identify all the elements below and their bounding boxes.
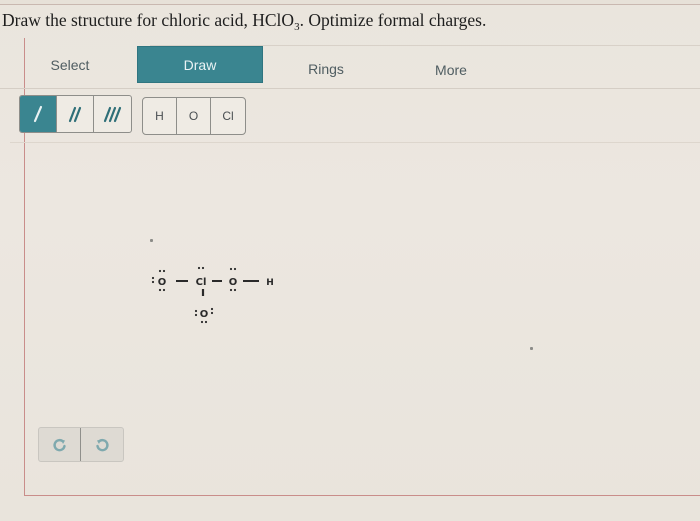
question-suffix: . Optimize formal charges. <box>299 10 487 30</box>
triple-bond-icon <box>103 106 121 123</box>
atom-tool-group: H O Cl <box>142 97 246 135</box>
atom-h: H <box>266 278 274 288</box>
bond-tool-group <box>19 95 132 133</box>
atom-button-cl[interactable]: Cl <box>211 98 245 134</box>
single-bond-icon <box>33 105 43 123</box>
atom-o1: O <box>158 277 167 288</box>
single-bond-button[interactable] <box>20 96 57 132</box>
toolbar-divider <box>10 142 700 143</box>
undo-icon <box>52 438 66 451</box>
atom-cl: Cl <box>196 277 207 288</box>
atom-o2: O <box>229 277 238 288</box>
question-prompt: Draw the structure for chloric acid, HCl… <box>2 10 486 33</box>
redo-button[interactable] <box>81 428 123 461</box>
history-controls <box>38 427 124 462</box>
redo-icon <box>96 438 109 451</box>
atom-button-h[interactable]: H <box>143 98 177 134</box>
page: Draw the structure for chloric acid, HCl… <box>0 0 700 521</box>
top-divider <box>0 0 700 5</box>
undo-button[interactable] <box>39 428 81 461</box>
atom-o3: O <box>200 309 209 320</box>
tab-rings[interactable]: Rings <box>290 50 362 87</box>
tab-select[interactable]: Select <box>30 46 110 83</box>
tab-draw[interactable]: Draw <box>137 46 263 83</box>
tab-more[interactable]: More <box>415 51 487 88</box>
molecule-structure: O Cl O H O <box>151 266 274 324</box>
drawing-canvas[interactable]: O Cl O H O <box>26 144 700 494</box>
triple-bond-button[interactable] <box>94 96 131 132</box>
lone-pairs-cl <box>197 266 205 270</box>
double-bond-button[interactable] <box>57 96 94 132</box>
question-text: Draw the structure for chloric acid, HCl… <box>2 10 295 30</box>
tabs-divider-bottom <box>0 88 700 89</box>
atom-button-o[interactable]: O <box>177 98 211 134</box>
double-bond-icon <box>68 106 82 123</box>
